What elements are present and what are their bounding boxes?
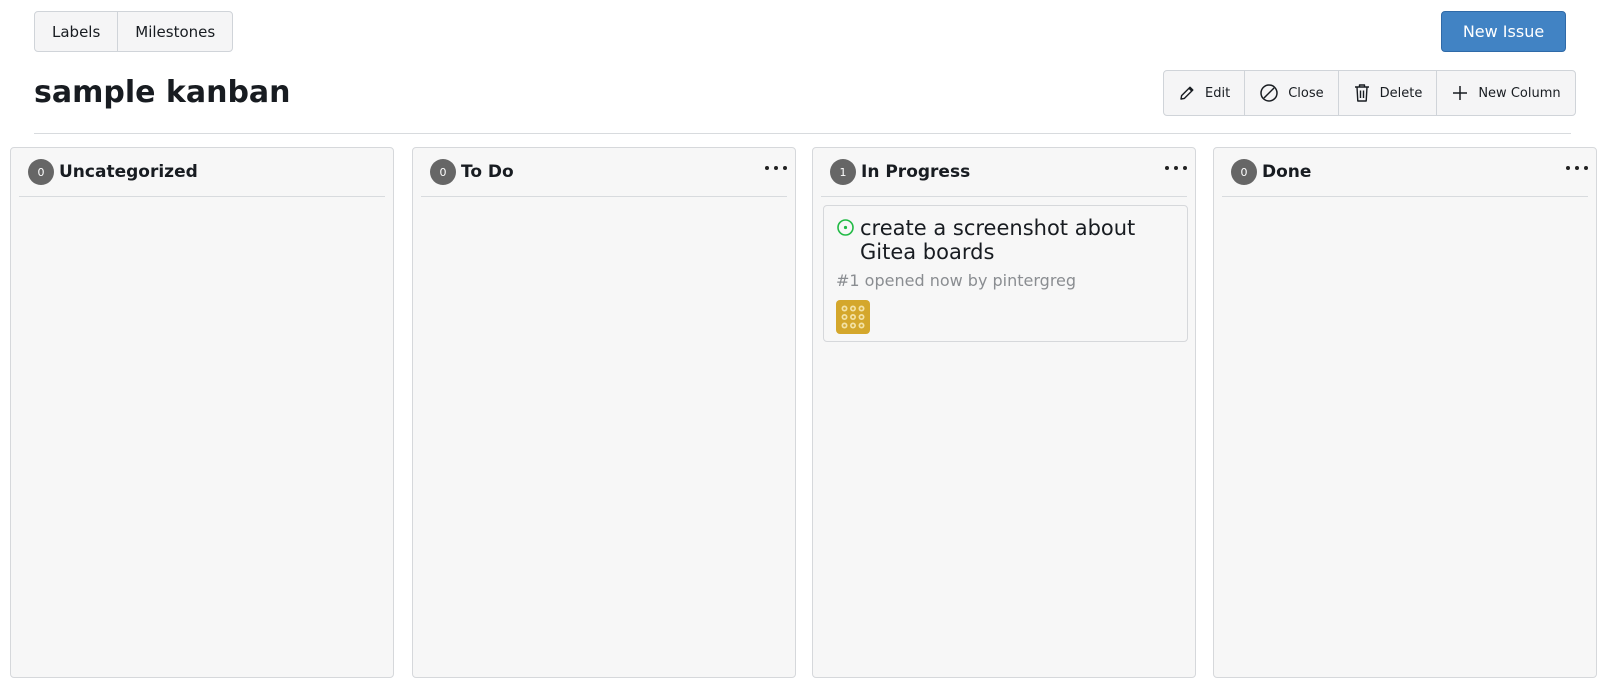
new-issue-button[interactable]: New Issue — [1441, 11, 1566, 52]
column-header: 0 To Do — [421, 148, 787, 197]
column-menu-icon[interactable] — [1165, 160, 1187, 176]
column-header: 0 Done — [1222, 148, 1588, 197]
column-header: 0 Uncategorized — [19, 148, 385, 197]
column-issue-count: 0 — [1231, 159, 1257, 185]
trash-icon — [1353, 83, 1371, 103]
pencil-icon — [1178, 84, 1196, 102]
header-divider — [34, 133, 1571, 134]
column-issue-count: 1 — [830, 159, 856, 185]
column-title: Uncategorized — [59, 162, 198, 182]
issue-title[interactable]: create a screenshot about Gitea boards — [860, 216, 1160, 264]
edit-label: Edit — [1205, 85, 1231, 101]
issue-card[interactable]: create a screenshot about Gitea boards #… — [823, 205, 1188, 342]
column-done[interactable]: 0 Done — [1213, 147, 1597, 678]
tab-milestones[interactable]: Milestones — [117, 12, 232, 51]
tab-labels[interactable]: Labels — [35, 12, 117, 51]
project-tabs: Labels Milestones — [34, 11, 234, 52]
column-issue-count: 0 — [430, 159, 456, 185]
delete-button[interactable]: Delete — [1337, 71, 1437, 115]
new-column-button[interactable]: New Column — [1436, 71, 1574, 115]
column-in-progress[interactable]: 1 In Progress create a screenshot about … — [812, 147, 1196, 678]
issue-opened-icon — [836, 218, 855, 241]
issue-meta: #1 opened now by pintergreg — [836, 271, 1077, 290]
column-header: 1 In Progress — [821, 148, 1187, 197]
new-column-label: New Column — [1478, 85, 1561, 101]
column-menu-icon[interactable] — [765, 160, 787, 176]
close-label: Close — [1288, 85, 1324, 101]
edit-button[interactable]: Edit — [1164, 71, 1244, 115]
column-title: To Do — [461, 162, 514, 182]
column-title: Done — [1262, 162, 1312, 182]
project-actions: Edit Close Delete New Column — [1163, 70, 1576, 116]
plus-icon — [1451, 84, 1469, 102]
circle-slash-icon — [1259, 83, 1279, 103]
close-project-button[interactable]: Close — [1244, 71, 1337, 115]
delete-label: Delete — [1379, 85, 1423, 101]
avatar[interactable] — [836, 300, 870, 334]
column-issue-count: 0 — [28, 159, 54, 185]
page-title: sample kanban — [34, 75, 291, 110]
column-menu-icon[interactable] — [1566, 160, 1588, 176]
column-to-do[interactable]: 0 To Do — [412, 147, 796, 678]
column-title: In Progress — [861, 162, 971, 182]
column-uncategorized: 0 Uncategorized — [10, 147, 394, 678]
